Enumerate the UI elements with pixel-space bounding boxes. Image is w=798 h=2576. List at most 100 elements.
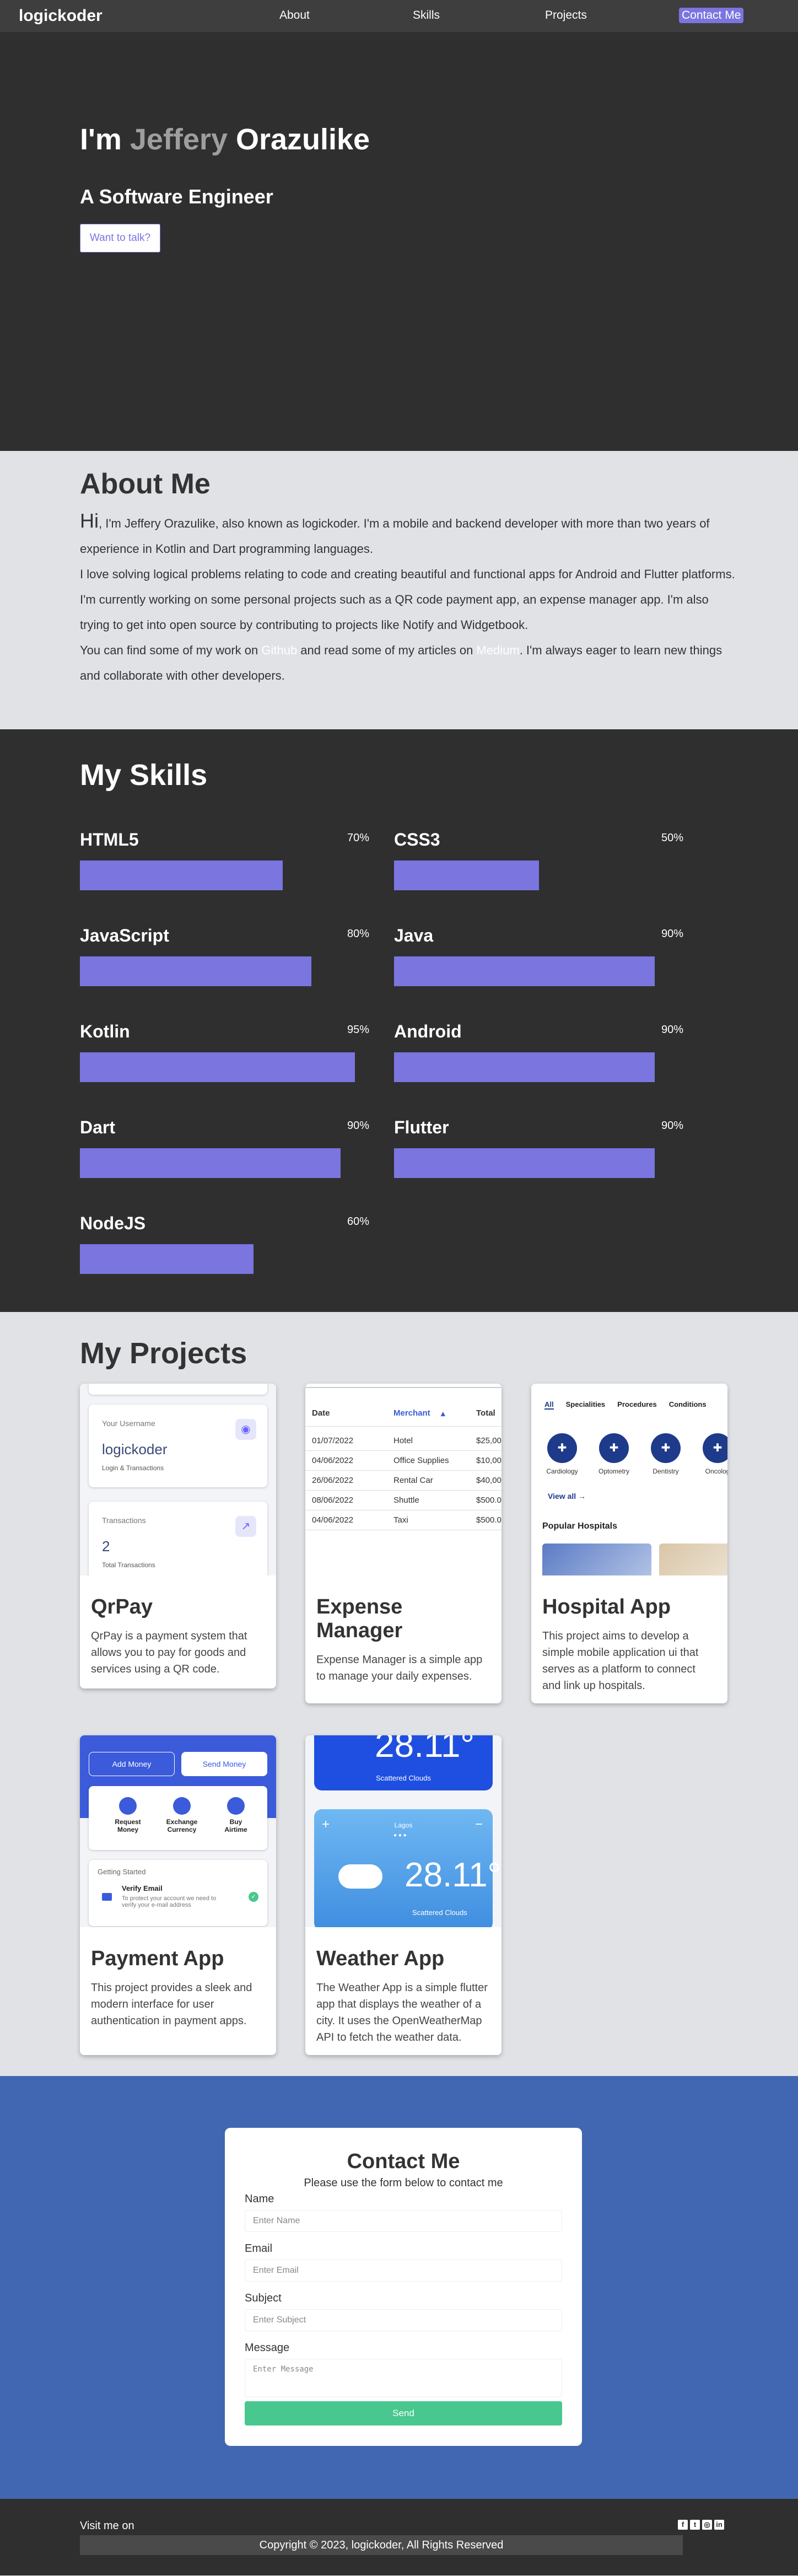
verify-email-title: Verify Email (122, 1884, 163, 1892)
hospital-tab[interactable]: Procedures (617, 1400, 657, 1410)
expense-cell: $500.0 (476, 1515, 502, 1525)
popular-hospitals-label: Popular Hospitals (542, 1521, 618, 1531)
qrpay-screenshot: Your Username logickoder Login & Transac… (80, 1384, 276, 1575)
expense-cell: $40,00 (476, 1476, 502, 1485)
project-card-weather-app[interactable]: 28.11° Scattered Clouds + − Lagos ● ● ● … (305, 1735, 502, 2055)
want-to-talk-button[interactable]: Want to talk? (80, 224, 160, 252)
hospital-tab[interactable]: Specialities (566, 1400, 606, 1410)
expense-header-date: Date (312, 1408, 330, 1418)
about-paragraph-4: You can find some of my work on Github a… (80, 638, 736, 689)
top-nav: logickoder About Skills Projects Contact… (0, 0, 798, 32)
qrpay-transactions-card: Transactions 2 Total Transactions ↗ (89, 1502, 267, 1575)
expense-header-merchant: Merchant (393, 1408, 430, 1418)
about-body: Hi, I'm Jeffery Orazulike, also known as… (80, 508, 736, 689)
page-dots: ● ● ● (393, 1832, 407, 1838)
skill-bar (394, 956, 655, 986)
send-button[interactable]: Send (245, 2401, 562, 2426)
weather-top-condition: Scattered Clouds (376, 1774, 431, 1782)
name-field-group: Name Enter Name (245, 2193, 562, 2232)
add-money-button[interactable]: Add Money (89, 1752, 175, 1776)
project-card-expense-manager[interactable]: Date Merchant ▴ Total 01/07/2022 Hotel $25… (305, 1384, 502, 1703)
skill-bar (394, 1148, 655, 1178)
email-input[interactable]: Enter Email (245, 2260, 562, 2282)
project-description: The Weather App is a simple flutter app … (316, 1982, 488, 2043)
expense-row[interactable]: 26/06/2022 Rental Car $40,00 (305, 1471, 502, 1491)
skill-name: Android (394, 1021, 462, 1041)
skill-name: Dart (80, 1117, 116, 1137)
project-card-qrpay[interactable]: Your Username logickoder Login & Transac… (80, 1384, 276, 1688)
nav-skills-link[interactable]: Skills (413, 9, 440, 22)
projects-section: My Projects Your Username logickoder Log… (0, 1312, 798, 2076)
hospital-screenshot: All Specialities Procedures Conditions ✚ Car… (531, 1384, 727, 1575)
hospital-image-1 (542, 1544, 651, 1575)
nav-projects-link[interactable]: Projects (545, 9, 587, 22)
twitter-icon[interactable]: t (690, 2520, 700, 2530)
skills-title: My Skills (80, 759, 208, 792)
qrpay-login-tx: Login & Transactions (102, 1464, 164, 1472)
expense-cell: 08/06/2022 (312, 1496, 354, 1505)
trend-icon: ↗ (235, 1516, 256, 1537)
github-link[interactable]: Github (261, 643, 297, 657)
expense-row[interactable]: 04/06/2022 Office Supplies $10,00 (305, 1451, 502, 1471)
expense-row[interactable]: 01/07/2022 Hotel $25,00 (305, 1431, 502, 1451)
hospital-tab[interactable]: All (544, 1400, 554, 1410)
linkedin-icon[interactable]: in (714, 2520, 724, 2530)
action-icon (119, 1797, 137, 1815)
hospital-category[interactable]: ✚ Cardiology (542, 1433, 582, 1475)
expense-cell: Taxi (393, 1515, 408, 1525)
expense-row[interactable]: 08/06/2022 Shuttle $500.0 (305, 1491, 502, 1510)
qrpay-username-label: Your Username (102, 1419, 155, 1428)
expense-cell: $10,00 (476, 1456, 502, 1465)
project-card-payment-app[interactable]: Add Money Send Money Request Money Exchan… (80, 1735, 276, 2055)
hospital-category[interactable]: ✚ Oncolog (698, 1433, 727, 1475)
project-title: Expense Manager (316, 1595, 403, 1642)
qrpay-username: logickoder (102, 1441, 168, 1458)
mail-icon (102, 1893, 112, 1901)
payment-screenshot: Add Money Send Money Request Money Exchan… (80, 1735, 276, 1927)
expense-row[interactable]: 04/06/2022 Taxi $500.0 (305, 1510, 502, 1530)
copyright: Copyright © 2023, logickoder, All Rights… (80, 2535, 683, 2555)
project-card-hospital-app[interactable]: All Specialities Procedures Conditions ✚ Car… (531, 1384, 727, 1703)
hospital-category[interactable]: ✚ Dentistry (646, 1433, 686, 1475)
skills-section: My Skills HTML5 70% CSS3 50% JavaScript 80% Ja… (0, 729, 798, 1312)
email-field-group: Email Enter Email (245, 2242, 562, 2282)
expense-cell: Rental Car (393, 1476, 433, 1485)
subject-input[interactable]: Enter Subject (245, 2309, 562, 2331)
expense-cell: $25,00 (476, 1436, 502, 1445)
action-icon (173, 1797, 191, 1815)
project-description: QrPay is a payment system that allows yo… (91, 1630, 247, 1675)
skill-percent: 80% (347, 928, 369, 940)
expense-cell: Hotel (393, 1436, 413, 1445)
send-money-button[interactable]: Send Money (181, 1752, 267, 1776)
weather-temp: 28.11° (405, 1856, 502, 1894)
payment-action[interactable]: Exchange Currency (165, 1797, 199, 1833)
payment-action[interactable]: Request Money (111, 1797, 145, 1833)
skill-percent: 70% (347, 832, 369, 844)
view-all-label: View all (548, 1492, 576, 1501)
check-icon: ✓ (249, 1892, 258, 1902)
hospital-view-all[interactable]: View all → (548, 1492, 586, 1501)
project-title: Hospital App (542, 1595, 671, 1618)
projects-title: My Projects (80, 1337, 247, 1370)
message-textarea[interactable]: Enter Message (245, 2359, 562, 2397)
payment-action[interactable]: Buy Airtime (219, 1797, 253, 1833)
medium-link[interactable]: Medium (476, 643, 519, 657)
nav-contact-button[interactable]: Contact Me (679, 8, 744, 23)
hero-prefix: I'm (80, 123, 130, 156)
expense-cell: 01/07/2022 (312, 1436, 354, 1445)
project-description: This project aims to develop a simple mo… (542, 1630, 699, 1692)
name-input[interactable]: Enter Name (245, 2210, 562, 2232)
nav-about-link[interactable]: About (279, 9, 310, 22)
hospital-category[interactable]: ✚ Optometry (594, 1433, 634, 1475)
hospital-tabs: All Specialities Procedures Conditions (544, 1400, 707, 1410)
about-paragraph-3: I'm currently working on some personal p… (80, 593, 709, 632)
expense-screenshot: Date Merchant ▴ Total 01/07/2022 Hotel $25… (305, 1384, 502, 1575)
hospital-tab[interactable]: Conditions (669, 1400, 707, 1410)
hero-section: I'm Jeffery Orazulike A Software Enginee… (0, 0, 798, 451)
skill-percent: 90% (661, 928, 683, 940)
expense-header-row: Date Merchant ▴ Total (305, 1400, 502, 1427)
payment-actions-card: Request Money Exchange Currency Buy Airtim… (89, 1786, 267, 1850)
facebook-icon[interactable]: f (678, 2520, 688, 2530)
instagram-icon[interactable]: ◎ (702, 2520, 712, 2530)
skill-name: CSS3 (394, 830, 440, 849)
